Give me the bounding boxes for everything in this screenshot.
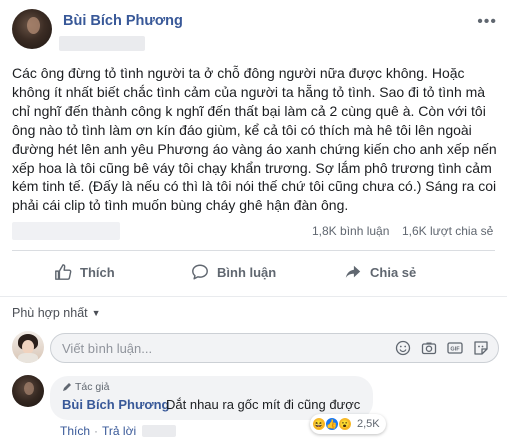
thumbs-up-icon <box>55 264 72 280</box>
divider <box>12 250 495 251</box>
post-actions: Thích Bình luận Chia sẻ <box>0 255 507 291</box>
wow-reaction-icon: 😮 <box>338 417 352 431</box>
separator-dot: · <box>94 424 99 438</box>
sticker-icon[interactable] <box>473 340 489 356</box>
comment-count[interactable]: 1,8K bình luận <box>312 224 389 238</box>
comment-text: Dắt nhau ra gốc mít đi cũng được <box>166 397 361 412</box>
share-count[interactable]: 1,6K lượt chia sẻ <box>402 224 493 238</box>
post-timestamp-blurred <box>59 36 145 51</box>
section-divider <box>0 296 507 297</box>
current-user-avatar[interactable] <box>12 331 44 363</box>
like-reaction-icon: 👍 <box>325 417 339 431</box>
comment-reaction-count: 2,5K <box>357 418 380 430</box>
share-arrow-icon <box>345 265 361 278</box>
svg-text:GIF: GIF <box>450 347 460 353</box>
comment-input[interactable]: Viết bình luận... GIF <box>50 333 499 363</box>
post-text: Các ông đừng tỏ tình người ta ở chỗ đông… <box>12 65 497 214</box>
commenter-avatar[interactable] <box>12 375 44 407</box>
sort-label: Phù hợp nhất <box>12 306 88 320</box>
comment-icon <box>192 264 208 280</box>
caret-down-icon: ▼ <box>91 308 101 318</box>
more-options-icon[interactable]: ••• <box>477 13 497 31</box>
comment-sort-dropdown[interactable]: Phù hợp nhất ▼ <box>12 306 101 320</box>
post-header: Bùi Bích Phương ••• <box>12 9 497 53</box>
comment-reply-link[interactable]: Trả lời <box>102 424 136 438</box>
comment-actions: Thích · Trả lời <box>60 424 177 438</box>
like-label: Thích <box>80 264 115 280</box>
comment-button[interactable]: Bình luận <box>191 263 276 281</box>
comment-timestamp-blurred <box>142 425 177 437</box>
post-author-name[interactable]: Bùi Bích Phương <box>63 13 183 29</box>
author-badge: Tác giả <box>62 381 109 393</box>
haha-reaction-icon: 😆 <box>312 417 326 431</box>
comment-reactions[interactable]: 😆 👍 😮 2,5K <box>310 414 386 434</box>
author-badge-label: Tác giả <box>75 381 110 393</box>
comment-input-placeholder: Viết bình luận... <box>62 341 153 356</box>
emoji-icon[interactable] <box>395 340 411 356</box>
like-button[interactable]: Thích <box>54 263 115 281</box>
gif-icon[interactable]: GIF <box>447 340 463 356</box>
comment-author-name[interactable]: Bùi Bích Phương <box>62 397 170 412</box>
comment-label: Bình luận <box>217 264 277 280</box>
pen-icon <box>63 383 71 391</box>
facebook-post: Bùi Bích Phương ••• Các ông đừng tỏ tình… <box>0 0 507 444</box>
share-label: Chia sẻ <box>370 264 417 280</box>
share-button[interactable]: Chia sẻ <box>344 263 416 281</box>
comment-like-link[interactable]: Thích <box>60 424 90 438</box>
author-avatar[interactable] <box>12 9 52 49</box>
camera-icon[interactable] <box>421 340 437 356</box>
reactions-summary-blurred[interactable] <box>12 222 120 240</box>
post-stats: 1,8K bình luận 1,6K lượt chia sẻ <box>0 220 507 244</box>
